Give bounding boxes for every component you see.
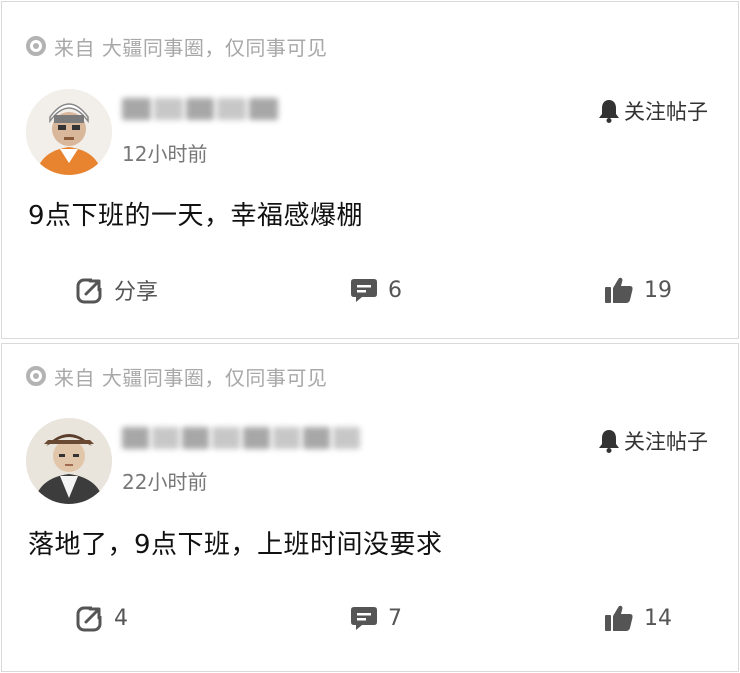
share-button[interactable]: 4 [76,600,128,636]
post-content[interactable]: 9点下班的一天，幸福感爆棚 [28,195,363,232]
like-count: 14 [644,605,672,631]
bell-icon [599,100,619,123]
blurred-segment [217,98,247,120]
thumbs-up-icon [605,605,633,631]
circle-dot-icon [26,366,46,386]
post-feed: 来自 大疆同事圈，仅同事可见 12小时前 关注帖子 9点下班的一天，幸福感爆棚 … [0,0,740,673]
blurred-segment [332,427,360,449]
share-count: 4 [114,605,128,631]
share-button[interactable]: 分享 [76,272,158,308]
comment-icon [351,279,377,302]
post-time: 12小时前 [122,142,208,166]
thumbs-up-icon [605,277,633,303]
blurred-segment [242,427,270,449]
post-source: 来自 大疆同事圈，仅同事可见 [26,362,327,390]
follow-label: 关注帖子 [624,430,708,454]
follow-post-button[interactable]: 关注帖子 [598,426,708,456]
avatar[interactable] [26,89,112,175]
circle-dot-icon [26,36,46,56]
follow-post-button[interactable]: 关注帖子 [598,96,708,126]
follow-label: 关注帖子 [624,100,708,124]
post-card[interactable]: 来自 大疆同事圈，仅同事可见 12小时前 关注帖子 9点下班的一天，幸福感爆棚 … [1,1,739,339]
post-content[interactable]: 落地了，9点下班，上班时间没要求 [28,524,443,561]
like-button[interactable]: 19 [604,272,672,308]
comment-icon [351,607,377,630]
blurred-segment [185,98,215,120]
post-card[interactable]: 来自 大疆同事圈，仅同事可见 22小时前 关注帖子 落地了，9点下班，上班时间没… [1,343,739,672]
blurred-segment [249,98,278,120]
blurred-segment [302,427,330,449]
blurred-segment [153,98,183,120]
share-label: 分享 [114,280,159,305]
post-actions: 分享 6 19 [2,272,738,308]
username-blurred[interactable] [122,425,360,451]
source-text: 来自 大疆同事圈，仅同事可见 [54,35,328,60]
like-count: 19 [644,277,672,303]
blurred-segment [212,427,240,449]
post-source: 来自 大疆同事圈，仅同事可见 [26,32,327,60]
username-blurred[interactable] [122,96,278,122]
blurred-segment [122,427,150,449]
source-text: 来自 大疆同事圈，仅同事可见 [54,365,328,390]
avatar[interactable] [26,418,112,504]
comment-button[interactable]: 6 [350,272,402,308]
like-button[interactable]: 14 [604,600,672,636]
blurred-segment [152,427,180,449]
blurred-segment [122,98,151,120]
blurred-segment [272,427,300,449]
post-actions: 4 7 14 [2,600,738,636]
blurred-segment [182,427,210,449]
comment-count: 6 [388,277,402,303]
share-icon [76,276,104,304]
comment-count: 7 [388,605,402,631]
share-icon [76,604,104,632]
post-time: 22小时前 [122,470,208,494]
comment-button[interactable]: 7 [350,600,402,636]
bell-icon [599,430,619,453]
